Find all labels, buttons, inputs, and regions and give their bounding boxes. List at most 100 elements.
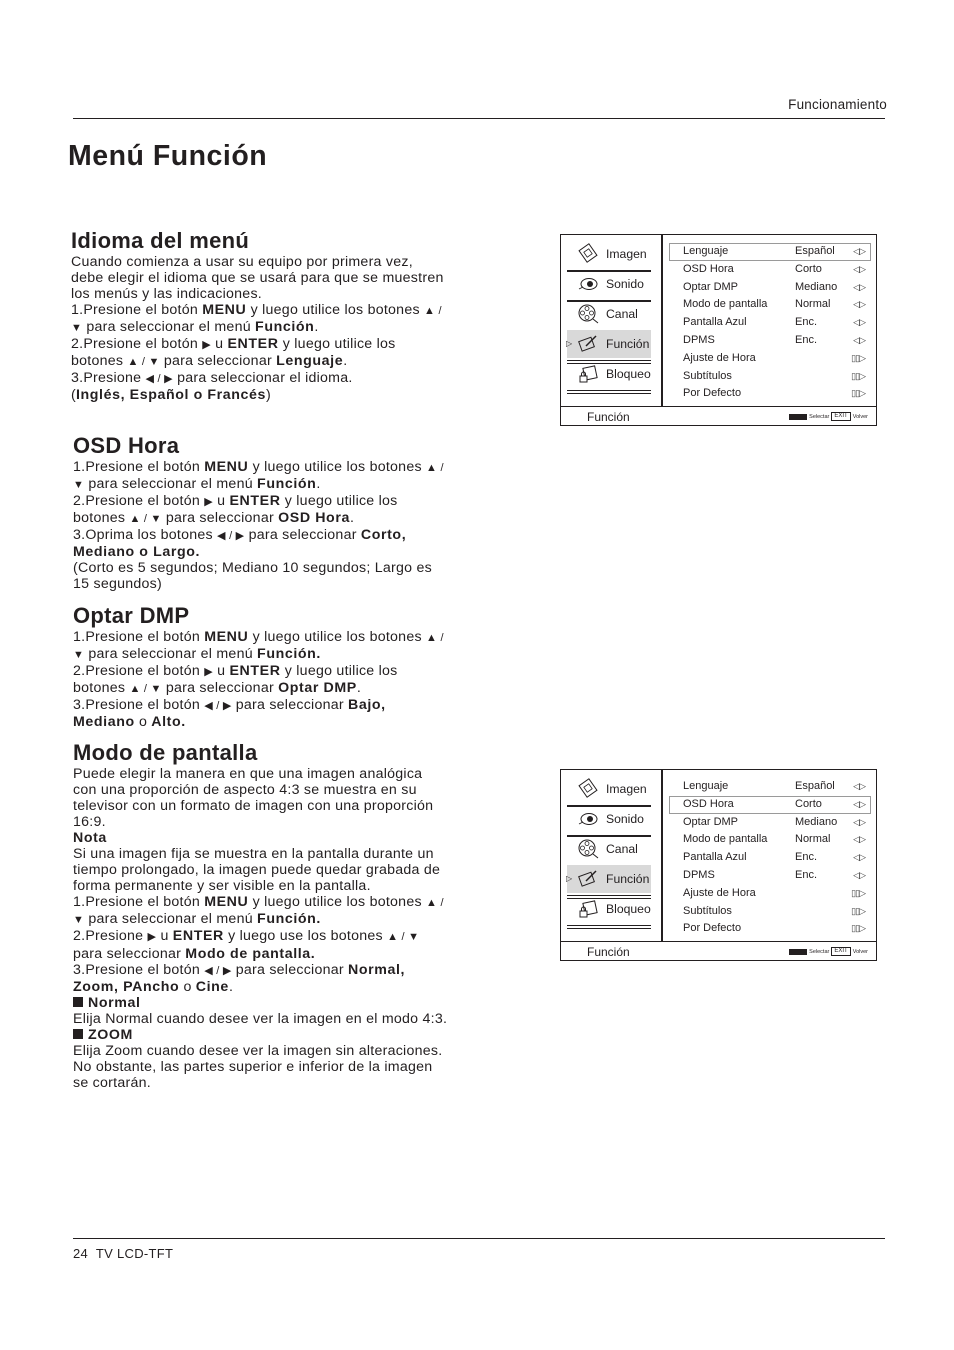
step-2: 2.Presione ▶ u ENTER y luego use los bot… [73,928,420,962]
step-2: 2.Presione el botón ▶ u ENTER y luego ut… [73,493,398,527]
right-arrow-icon: ▶ [204,496,213,509]
square-bullet-icon [73,1028,83,1039]
left-right-arrows-icon: ◀ / ▶ [217,530,245,543]
osd-option-row[interactable]: Modo de pantalla Normal ◁▷ [669,296,871,314]
osd-option-row[interactable]: Lenguaje Español ◁▷ [669,778,871,796]
osd-sidebar-label: Función [606,872,650,886]
osd-options-list: Lenguaje Español ◁▷ OSD Hora Corto ◁▷ Optar DM… [669,778,871,938]
section-osd-hora: OSD Hora 1.Presione el botón MENU y lueg… [73,433,448,592]
enter-submenu-icon: ▯▯▷ [851,887,866,898]
step-1: 1.Presione el botón MENU y luego utilice… [73,894,444,928]
osd-option-row[interactable]: Ajuste de Hora ▯▯▷ [669,885,871,903]
up-down-arrows-icon: ▲ / ▼ [129,513,162,526]
osd-option-name: Subtítulos [683,904,732,917]
osd-key-hint: Selectar EXIT Volver [789,947,868,956]
sound-icon [577,808,599,830]
osd-option-value: Enc. [795,868,818,881]
osd-sidebar: Imagen Sonido Canal ▷ Función Bloqueo [561,235,663,406]
osd-option-row[interactable]: Optar DMP Mediano ◁▷ [669,814,871,832]
page-title: Menú Función [68,140,268,172]
section-title: Optar DMP [73,603,190,628]
osd-sidebar-item[interactable]: Canal [567,835,651,863]
osd-option-value: Español [795,780,835,792]
osd-option-name: Por Defecto [683,922,742,935]
left-right-arrows-icon: ◁▷ [853,317,866,328]
navigation-keys-icon [789,948,808,955]
osd-menu-lenguaje: Imagen Sonido Canal ▷ Función Bloqueo Lenguaje… [560,234,877,426]
osd-sidebar-item[interactable]: Bloqueo [567,360,651,388]
osd-option-name: Ajuste de Hora [683,351,756,364]
osd-option-row[interactable]: Por Defecto ▯▯▷ [669,920,871,938]
osd-option-value: Normal [795,298,831,311]
osd-sidebar-item[interactable]: Sonido [567,270,651,298]
osd-sidebar-item[interactable]: Sonido [567,805,651,833]
select-hint: Selectar [809,413,830,420]
enter-submenu-icon: ▯▯▷ [851,370,866,381]
exit-key: EXIT [831,412,851,421]
left-right-arrows-icon: ◁▷ [853,781,866,791]
osd-option-row[interactable]: DPMS Enc. ◁▷ [669,332,871,350]
osd-options-list: Lenguaje Español ◁▷ OSD Hora Corto ◁▷ Optar DM… [669,243,871,403]
left-right-arrows-icon: ◁▷ [853,798,866,809]
note-text: Si una imagen fija se muestra en la pant… [73,846,441,895]
osd-option-name: DPMS [683,333,715,346]
section-optar-dmp: Optar DMP 1.Presione el botón MENU y lue… [73,603,448,730]
right-arrow-icon: ▶ [202,339,211,352]
step-3: 3.Oprima los botones ◀ / ▶ para seleccio… [73,527,407,561]
square-bullet-icon [73,996,83,1007]
osd-option-row[interactable]: Por Defecto ▯▯▷ [669,385,871,403]
page-footer: 24 TV LCD-TFT [73,1246,173,1261]
osd-sidebar-item[interactable]: Imagen [567,775,651,803]
right-arrow-icon: ▶ [204,666,213,679]
osd-option-name: Por Defecto [683,387,742,400]
osd-option-row[interactable]: DPMS Enc. ◁▷ [669,867,871,885]
osd-option-row[interactable]: Subtítulos ▯▯▷ [669,903,871,921]
osd-sidebar-item[interactable]: ▷ Función [566,330,651,358]
left-right-arrows-icon: ◀ / ▶ [204,700,232,713]
channel-icon [577,303,599,325]
osd-option-row[interactable]: Pantalla Azul Enc. ◁▷ [669,849,871,867]
osd-sidebar-item[interactable]: Bloqueo [567,895,651,923]
osd-option-name: Ajuste de Hora [683,886,756,899]
osd-option-row[interactable]: Optar DMP Mediano ◁▷ [669,279,871,297]
osd-option-value: Corto [795,797,822,810]
section-idioma: Idioma del menú Cuando comienza a usar s… [71,228,446,403]
osd-sidebar-label: Sonido [606,812,644,826]
up-down-arrows-icon: ▲ / ▼ [387,931,420,944]
left-right-arrows-icon: ◁▷ [853,816,866,827]
note-title: Nota [73,830,107,847]
footer-rule [73,1238,885,1239]
enter-submenu-icon: ▯▯▷ [851,905,866,916]
up-down-arrows-icon: ▲ / ▼ [127,356,160,369]
osd-option-name: Optar DMP [683,280,739,293]
zoom-title: ZOOM [73,1027,448,1043]
function-icon [577,868,599,890]
osd-sidebar-item[interactable]: Canal [567,300,651,328]
left-right-arrows-icon: ◀ / ▶ [145,373,173,386]
osd-sidebar-item[interactable]: Imagen [567,240,651,268]
left-right-arrows-icon: ◁▷ [853,263,866,274]
osd-option-name: Modo de pantalla [683,298,768,311]
osd-option-row[interactable]: OSD Hora Corto ◁▷ [669,261,871,279]
osd-option-row[interactable]: Ajuste de Hora ▯▯▷ [669,350,871,368]
intro-text: Puede elegir la manera en que una imagen… [73,766,434,831]
osd-option-row[interactable]: Pantalla Azul Enc. ◁▷ [669,314,871,332]
osd-option-name: OSD Hora [683,797,734,810]
osd-sidebar-label: Canal [606,842,638,856]
osd-sidebar-label: Bloqueo [606,902,651,916]
picture-icon [577,243,599,265]
osd-option-row[interactable]: OSD Hora Corto ◁▷ [669,795,871,814]
osd-option-row[interactable]: Modo de pantalla Normal ◁▷ [669,831,871,849]
step-3: 3.Presione ◀ / ▶ para seleccionar el idi… [71,370,353,387]
osd-menu-osd-hora: Imagen Sonido Canal ▷ Función Bloqueo Lenguaje… [560,769,877,961]
left-right-arrows-icon: ◁▷ [853,334,866,345]
osd-option-name: Lenguaje [683,780,729,792]
osd-sidebar-divider [567,925,651,929]
osd-option-value: Mediano [795,280,838,293]
osd-sidebar-item[interactable]: ▷ Función [566,865,651,893]
osd-option-row[interactable]: Subtítulos ▯▯▷ [669,368,871,386]
osd-option-row[interactable]: Lenguaje Español ◁▷ [669,243,871,261]
osd-footer-label: Función [587,410,630,424]
navigation-keys-icon [789,413,808,420]
enter-submenu-icon: ▯▯▷ [851,388,866,399]
